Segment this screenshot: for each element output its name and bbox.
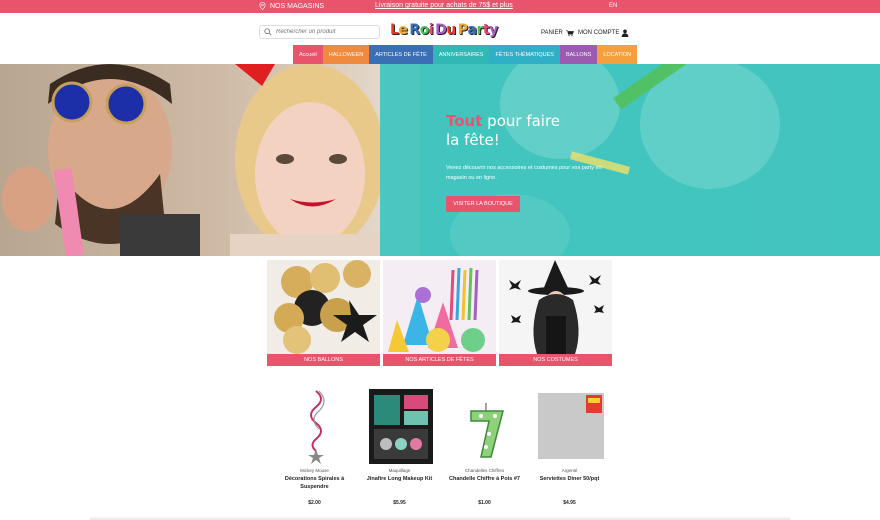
logo-letter: R xyxy=(409,22,420,38)
product-card[interactable]: Mickey Mouse Décorations Spirales à Susp… xyxy=(272,386,357,511)
product-card[interactable]: Maquillage Jinafire Long Makeup Kit $5.9… xyxy=(357,386,442,511)
nav-item-anniversaires[interactable]: ANNIVERSAIRES xyxy=(432,45,490,64)
location-pin-icon xyxy=(259,2,266,10)
cart-link[interactable]: PANIER xyxy=(541,29,574,37)
main-nav: Accueil HALLOWEEN ARTICLES DE FÊTE ANNIVERS… xyxy=(293,45,638,64)
product-price: $1.00 xyxy=(478,500,491,506)
hero-headline-rest: pour faire xyxy=(482,112,561,130)
product-image-spiral-decorations xyxy=(308,390,325,464)
category-cards: NOS BALLONS NOS ARTICLES DE FÊTES NOS CO… xyxy=(267,260,612,366)
logo-letter: P xyxy=(457,22,468,38)
search-box[interactable] xyxy=(259,25,380,39)
product-brand: Maquillage xyxy=(388,468,411,473)
logo-letter: L xyxy=(390,22,399,38)
logo-letter: y xyxy=(489,22,498,38)
product-price: $5.95 xyxy=(393,500,406,506)
logo-letter: e xyxy=(398,22,408,38)
cart-icon xyxy=(565,30,574,37)
hero-headline-line2: la fête! xyxy=(446,131,500,149)
nav-item-accueil[interactable]: Accueil xyxy=(293,45,323,64)
logo-letter: u xyxy=(446,22,456,38)
top-bar: NOS MAGASINS Livraison gratuite pour ach… xyxy=(0,0,880,13)
account-link[interactable]: MON COMPTE xyxy=(578,29,629,37)
party-items-image xyxy=(383,260,496,354)
nav-item-ballons[interactable]: BALLONS xyxy=(559,45,598,64)
product-brand: Mickey Mouse xyxy=(300,468,329,473)
product-image-makeup-kit xyxy=(369,389,433,464)
product-brand: Chandelles Chiffres xyxy=(464,468,505,473)
language-switch[interactable]: EN xyxy=(609,3,617,9)
balloons-image xyxy=(267,260,380,354)
logo-letter: a xyxy=(467,22,477,38)
site-logo[interactable]: Le Roi Du Party xyxy=(390,22,498,38)
hero-headline: Tout pour faire la fête! xyxy=(446,112,560,150)
nav-item-location[interactable]: LOCATION xyxy=(597,45,638,64)
category-card-balloons[interactable]: NOS BALLONS xyxy=(267,260,380,366)
search-input[interactable] xyxy=(276,29,376,35)
hero-photo-party-guests xyxy=(380,64,880,256)
category-card-costumes[interactable]: NOS COSTUMES xyxy=(499,260,612,366)
hero-subtext: Venez découvrir nos accessoires et costu… xyxy=(446,165,602,181)
account-label: MON COMPTE xyxy=(578,30,620,36)
nav-item-fêtes-thématiques[interactable]: FÊTES THÉMATIQUES xyxy=(489,45,560,64)
category-card-party-items[interactable]: NOS ARTICLES DE FÊTES xyxy=(383,260,496,366)
search-icon xyxy=(264,28,272,36)
product-image-silver-napkins xyxy=(538,393,604,459)
nav-item-articles-de-fête[interactable]: ARTICLES DE FÊTE xyxy=(369,45,433,64)
product-card[interactable]: Argenté Serviettes Diner 50/pqt $4.95 xyxy=(527,386,612,511)
product-name[interactable]: Chandelle Chiffre à Pois #7 xyxy=(447,475,522,483)
nav-item-halloween[interactable]: HALLOWEEN xyxy=(322,45,370,64)
costumes-image xyxy=(499,260,612,354)
user-icon xyxy=(621,29,629,37)
section-divider xyxy=(90,516,790,520)
category-label: NOS COSTUMES xyxy=(499,354,612,366)
category-label: NOS BALLONS xyxy=(267,354,380,366)
hero-headline-accent: Tout xyxy=(446,112,483,130)
free-shipping-promo-link[interactable]: Livraison gratuite pour achats de 75$ et… xyxy=(375,2,513,9)
product-brand: Argenté xyxy=(561,468,578,473)
category-label: NOS ARTICLES DE FÊTES xyxy=(383,354,496,366)
logo-letter: D xyxy=(435,22,447,38)
product-name[interactable]: Décorations Spirales à Suspendre xyxy=(277,475,352,491)
hero-banner: Tout pour faire la fête! Venez découvrir… xyxy=(0,64,880,256)
product-image-number-7-candle xyxy=(470,403,504,458)
visit-shop-button[interactable]: VISITER LA BOUTIQUE xyxy=(446,196,520,212)
hero-photo-party-people xyxy=(0,64,420,256)
product-price: $4.95 xyxy=(563,500,576,506)
product-card[interactable]: Chandelles Chiffres Chandelle Chiffre à … xyxy=(442,386,527,511)
product-list: Mickey Mouse Décorations Spirales à Susp… xyxy=(272,386,612,511)
site-header: Le Roi Du Party PANIER MON COMPTE xyxy=(0,13,880,45)
stores-link[interactable]: NOS MAGASINS xyxy=(259,2,324,10)
stores-label: NOS MAGASINS xyxy=(270,2,325,10)
cart-label: PANIER xyxy=(541,30,563,36)
product-name[interactable]: Jinafire Long Makeup Kit xyxy=(362,475,437,483)
product-price: $2.00 xyxy=(308,500,321,506)
product-name[interactable]: Serviettes Diner 50/pqt xyxy=(532,475,607,483)
logo-letter: o xyxy=(419,22,430,38)
